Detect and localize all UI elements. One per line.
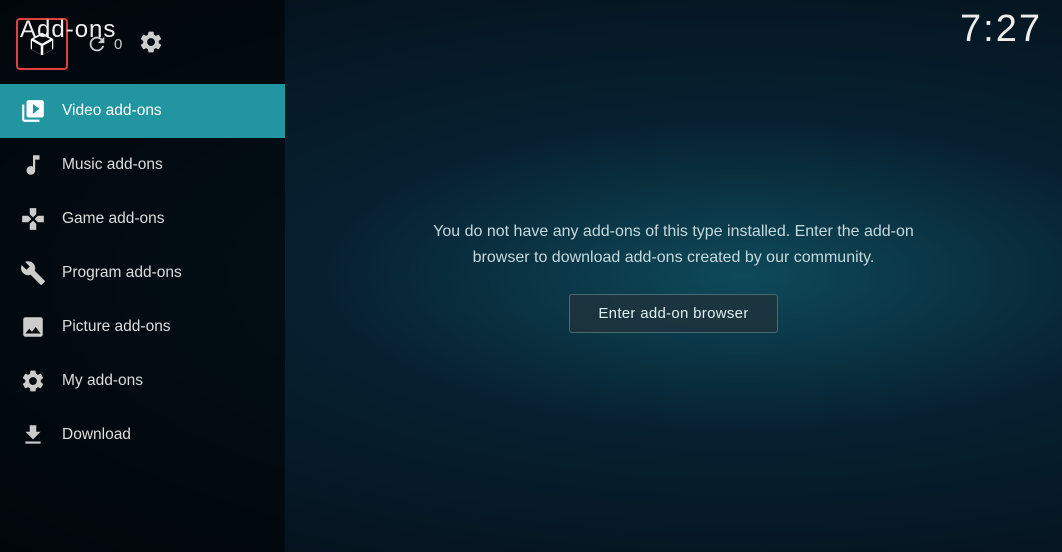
app-title: Add-ons [20,16,116,44]
sidebar-item-game-label: Game add-ons [62,210,165,228]
picture-icon [20,314,46,340]
sidebar-item-picture-label: Picture add-ons [62,318,171,336]
sidebar-item-music-label: Music add-ons [62,156,163,174]
music-icon [20,152,46,178]
sidebar-item-music[interactable]: Music add-ons [0,138,285,192]
empty-state: You do not have any add-ons of this type… [384,199,964,353]
sidebar-item-video[interactable]: Video add-ons [0,84,285,138]
sidebar-item-download-label: Download [62,426,131,444]
empty-message: You do not have any add-ons of this type… [404,219,944,270]
sidebar-item-video-label: Video add-ons [62,102,162,120]
sidebar-item-game[interactable]: Game add-ons [0,192,285,246]
sidebar-item-program-label: Program add-ons [62,264,182,282]
program-icon [20,260,46,286]
nav-items: Video add-ons Music add-ons Game add-ons… [0,84,285,552]
enter-browser-button[interactable]: Enter add-on browser [569,294,777,333]
sidebar-item-myaddon-label: My add-ons [62,372,143,390]
topbar: Add-ons 7:27 [0,0,1062,59]
sidebar: 0 Video add-ons Music add-ons [0,0,285,552]
sidebar-item-download[interactable]: Download [0,408,285,462]
video-icon [20,98,46,124]
main-content: You do not have any add-ons of this type… [285,0,1062,552]
game-icon [20,206,46,232]
sidebar-item-myaddon[interactable]: My add-ons [0,354,285,408]
sidebar-item-picture[interactable]: Picture add-ons [0,300,285,354]
myaddon-icon [20,368,46,394]
clock: 7:27 [960,8,1042,51]
download-icon [20,422,46,448]
sidebar-item-program[interactable]: Program add-ons [0,246,285,300]
